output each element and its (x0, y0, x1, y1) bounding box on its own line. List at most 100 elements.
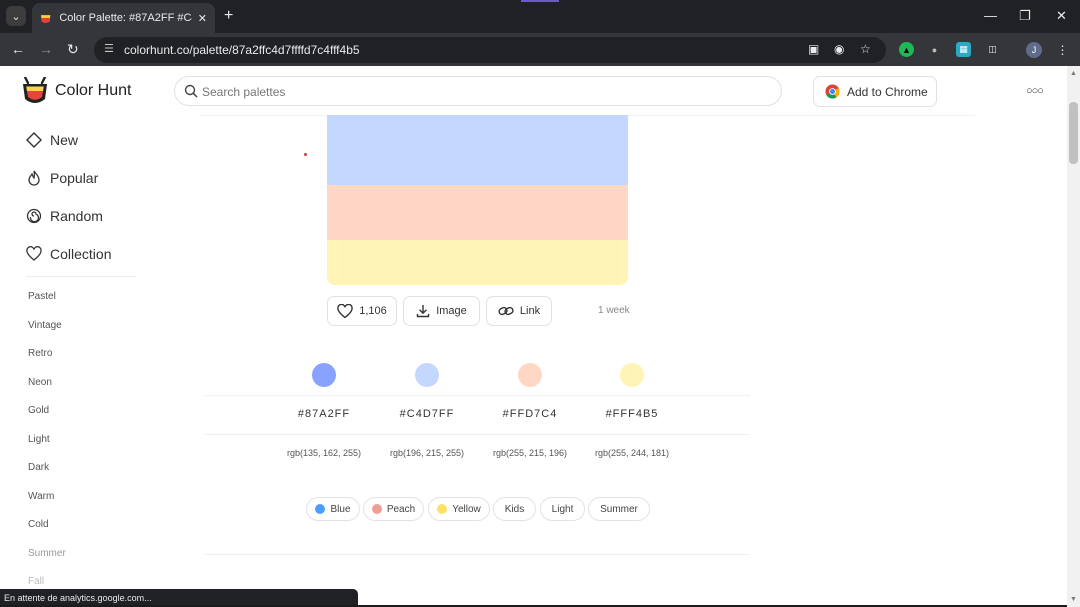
tag-chip-peach[interactable]: Peach (363, 497, 424, 521)
palette-age: 1 week (598, 305, 630, 316)
sidebar-tag-light[interactable]: Light (28, 434, 50, 445)
browser-tab[interactable]: Color Palette: #87A2FF #C4D7FF #FFD7C4 #… (32, 3, 215, 33)
reload-icon[interactable]: ↻ (67, 41, 79, 58)
browser-menu-icon[interactable]: ⋮ (1055, 42, 1070, 57)
tab-title: Color Palette: #87A2FF #C4D7FF #FFD7C4 #… (59, 12, 192, 24)
sidebar-tag-warm[interactable]: Warm (28, 491, 54, 502)
swatch-color-2[interactable] (327, 115, 628, 185)
install-app-icon[interactable]: ▣ (808, 42, 819, 56)
sidebar-item-popular[interactable]: Popular (26, 170, 98, 186)
rgb-value-1[interactable]: rgb(135, 162, 255) (274, 448, 374, 458)
microphone-icon[interactable]: ● (927, 42, 942, 57)
color-row-divider (205, 395, 750, 396)
add-to-chrome-button[interactable]: Add to Chrome (813, 76, 937, 107)
sidebar-item-collection[interactable]: Collection (26, 246, 111, 262)
rgb-value-4[interactable]: rgb(255, 244, 181) (582, 448, 682, 458)
rgb-value-2[interactable]: rgb(196, 215, 255) (377, 448, 477, 458)
add-to-chrome-label: Add to Chrome (847, 84, 928, 99)
close-window-icon[interactable]: ✕ (1056, 8, 1067, 24)
browser-tab-bar: ⌄ Color Palette: #87A2FF #C4D7FF #FFD7C4… (0, 0, 1080, 33)
swatch-color-3[interactable] (327, 185, 628, 240)
tag-chip-label: Light (551, 503, 574, 515)
sidebar-tag-fall[interactable]: Fall (28, 576, 44, 587)
peach-dot-icon (371, 504, 382, 514)
extensions-puzzle-icon[interactable]: ◫ (985, 42, 1000, 57)
sidebar-item-random[interactable]: Random (26, 208, 103, 224)
tab-close-icon[interactable]: ✕ (198, 12, 207, 25)
like-count: 1,106 (359, 305, 387, 317)
hex-code-3[interactable]: #FFD7C4 (485, 408, 575, 420)
more-options-icon[interactable]: ○○○ (1026, 85, 1044, 97)
tag-chip-label: Kids (504, 503, 525, 515)
scroll-up-icon[interactable]: ▲ (1070, 70, 1077, 77)
browser-toolbar: ← → ↻ ☰ colorhunt.co/palette/87a2ffc4d7f… (0, 33, 1080, 66)
tag-chip-label: Yellow (452, 503, 481, 515)
sidebar-tag-summer[interactable]: Summer (28, 548, 66, 559)
color-hunt-favicon-icon (40, 15, 51, 23)
search-bar[interactable] (174, 76, 782, 106)
hex-code-4[interactable]: #FFF4B5 (587, 408, 677, 420)
link-button-label: Link (519, 305, 541, 317)
sidebar-tag-neon[interactable]: Neon (28, 377, 52, 388)
page-scrollbar[interactable]: ▲ ▼ (1067, 66, 1080, 607)
page-content: Color Hunt Add to Chrome ○○○ New Popular (0, 66, 1067, 607)
color-hunt-logo-icon (23, 77, 47, 103)
restore-icon[interactable]: ❐ (1019, 8, 1031, 24)
site-info-icon[interactable]: ☰ (104, 42, 120, 58)
yellow-dot-icon (437, 504, 448, 514)
tag-chip-yellow[interactable]: Yellow (428, 497, 490, 521)
scrollbar-thumb[interactable] (1069, 102, 1078, 164)
search-input[interactable] (202, 82, 762, 102)
sidebar-tag-gold[interactable]: Gold (28, 405, 49, 416)
tag-chip-light[interactable]: Light (540, 497, 585, 521)
minimize-icon[interactable]: — (984, 8, 997, 23)
tag-chip-label: Blue (330, 503, 351, 515)
sidebar-item-label: Popular (50, 170, 99, 186)
like-button[interactable]: 1,106 (327, 296, 397, 326)
sidebar-tag-vintage[interactable]: Vintage (28, 320, 62, 331)
logo-text: Color Hunt (55, 82, 132, 99)
color-dot-1[interactable] (312, 363, 336, 387)
image-button-label: Image (436, 305, 467, 317)
eye-off-icon[interactable]: ◉ (834, 42, 844, 56)
tag-chip-summer[interactable]: Summer (588, 497, 650, 521)
sidebar-tag-dark[interactable]: Dark (28, 462, 49, 473)
extension-green-icon[interactable]: ▲ (899, 42, 914, 57)
tag-chip-label: Summer (600, 503, 638, 515)
back-arrow-icon[interactable]: ← (11, 41, 25, 57)
sidebar-tag-pastel[interactable]: Pastel (28, 291, 56, 302)
heart-icon (337, 303, 353, 318)
tab-list-chevron-icon[interactable]: ⌄ (6, 6, 26, 26)
color-dot-4[interactable] (620, 363, 644, 387)
logo[interactable]: Color Hunt (22, 77, 131, 105)
rgb-value-3[interactable]: rgb(255, 215, 196) (480, 448, 580, 458)
chrome-logo-icon (825, 84, 840, 99)
copy-link-button[interactable]: Link (486, 296, 552, 326)
tag-chip-kids[interactable]: Kids (493, 497, 536, 521)
blue-dot-icon (315, 504, 326, 514)
forward-arrow-icon[interactable]: → (39, 41, 53, 57)
sidebar-item-new[interactable]: New (26, 132, 78, 148)
tag-chip-label: Peach (386, 503, 416, 515)
extension-teal-icon[interactable]: ▦ (956, 42, 971, 57)
heart-icon (26, 246, 42, 261)
section-divider (205, 554, 750, 555)
sidebar-tag-cold[interactable]: Cold (28, 519, 49, 530)
bookmark-star-icon[interactable]: ☆ (860, 42, 871, 56)
new-tab-plus-icon[interactable]: + (224, 7, 233, 25)
sidebar-tag-retro[interactable]: Retro (28, 348, 52, 359)
hex-code-1[interactable]: #87A2FF (279, 408, 369, 420)
image-download-button[interactable]: Image (403, 296, 480, 326)
address-bar[interactable]: ☰ colorhunt.co/palette/87a2ffc4d7ffffd7c… (94, 37, 886, 63)
profile-avatar[interactable]: J (1026, 42, 1042, 58)
sidebar-item-label: Collection (50, 246, 112, 262)
url-text[interactable]: colorhunt.co/palette/87a2ffc4d7ffffd7c4f… (124, 43, 360, 57)
tab-strip-accent (521, 0, 559, 2)
scroll-down-icon[interactable]: ▼ (1070, 596, 1077, 603)
tag-chip-blue[interactable]: Blue (306, 497, 360, 521)
color-dot-2[interactable] (415, 363, 439, 387)
color-dot-3[interactable] (518, 363, 542, 387)
swatch-color-4[interactable] (327, 240, 628, 285)
flame-icon (28, 170, 40, 186)
hex-code-2[interactable]: #C4D7FF (382, 408, 472, 420)
